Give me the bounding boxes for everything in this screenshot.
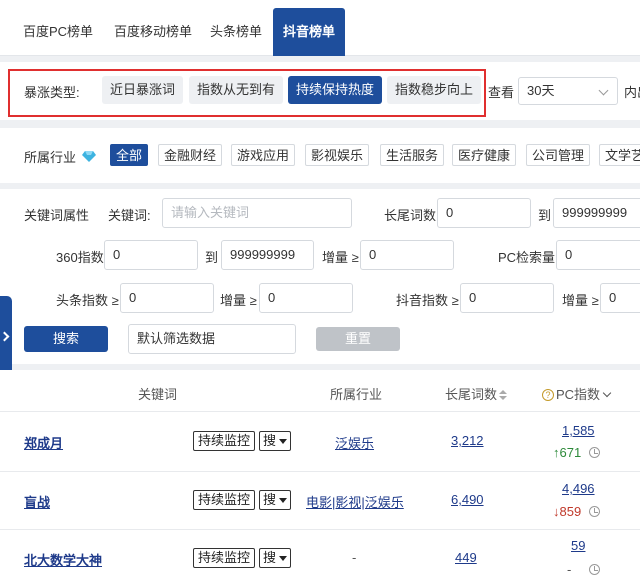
- tab-baidu-pc[interactable]: 百度PC榜单: [14, 8, 102, 56]
- industry-item-all[interactable]: 全部: [110, 144, 149, 166]
- monitor-button[interactable]: 持续监控: [193, 431, 256, 451]
- industry-item-health[interactable]: 医疗健康: [452, 144, 517, 166]
- industry-item-finance[interactable]: 金融财经: [158, 144, 223, 166]
- longtail-label: 长尾词数: [384, 208, 437, 223]
- keyword-link[interactable]: 北大数学大神: [24, 550, 102, 569]
- header-pc-index[interactable]: ? PC指数: [542, 384, 612, 403]
- sort-icon: [499, 390, 508, 401]
- toutiao-inc-label: 增量 ≥: [220, 293, 257, 308]
- industry-label: 所属行业: [24, 150, 77, 165]
- surge-option-sustained[interactable]: 持续保持热度: [288, 76, 383, 104]
- industry-item-games[interactable]: 游戏应用: [231, 144, 296, 166]
- idx360-max-input[interactable]: 999999999: [221, 240, 314, 270]
- sidebar-toggle[interactable]: [0, 296, 12, 380]
- chevron-right-icon: [0, 331, 10, 342]
- longtail-link[interactable]: 449: [455, 550, 477, 565]
- douyin-inc-input[interactable]: 0: [600, 283, 640, 313]
- pc-search-input[interactable]: 0: [556, 240, 640, 270]
- row-divider: [0, 411, 640, 412]
- douyin-index-input[interactable]: 0: [460, 283, 554, 313]
- trailing-label: 内出: [624, 85, 640, 100]
- toutiao-inc-input[interactable]: 0: [259, 283, 353, 313]
- idx360-inc-input[interactable]: 0: [360, 240, 454, 270]
- clock-icon[interactable]: [589, 506, 600, 517]
- clock-icon[interactable]: [589, 447, 600, 458]
- preset-filter-value: 默认筛选数据: [137, 331, 216, 346]
- idx360-min-input[interactable]: 0: [104, 240, 198, 270]
- douyin-inc-label: 增量 ≥: [562, 293, 599, 308]
- douyin-index-label: 抖音指数 ≥: [396, 293, 459, 308]
- industry-item-literature[interactable]: 文学艺: [599, 144, 640, 166]
- search-dropdown[interactable]: 搜: [259, 431, 292, 451]
- view-label: 查看: [488, 85, 515, 100]
- delta-none: -: [567, 562, 572, 577]
- delta-down: ↓859: [553, 504, 582, 519]
- industry-empty: -: [352, 550, 357, 565]
- idx360-label: 360指数: [56, 250, 104, 265]
- header-longtail[interactable]: 长尾词数: [445, 384, 508, 403]
- keyword-link[interactable]: 盲战: [24, 492, 50, 511]
- keyword-label: 关键词:: [108, 208, 151, 223]
- pc-index-link[interactable]: 59: [571, 538, 585, 553]
- tab-douyin[interactable]: 抖音榜单: [273, 8, 345, 56]
- chevron-down-icon: [598, 85, 609, 96]
- longtail-to-label: 到: [538, 208, 552, 223]
- industry-item-entertainment[interactable]: 影视娱乐: [305, 144, 370, 166]
- search-button[interactable]: 搜索: [24, 326, 108, 352]
- time-range-value: 30天: [527, 83, 555, 98]
- industry-item-life[interactable]: 生活服务: [380, 144, 445, 166]
- chevron-down-icon: [602, 388, 612, 398]
- tab-toutiao[interactable]: 头条榜单: [204, 8, 268, 56]
- monitor-button[interactable]: 持续监控: [193, 548, 256, 568]
- delta-up: ↑671: [553, 445, 582, 460]
- monitor-button[interactable]: 持续监控: [193, 490, 256, 510]
- industry-item-management[interactable]: 公司管理: [526, 144, 591, 166]
- longtail-link[interactable]: 3,212: [451, 433, 484, 448]
- toutiao-index-label: 头条指数 ≥: [56, 293, 119, 308]
- caret-down-icon: [279, 439, 288, 445]
- header-industry: 所属行业: [330, 387, 383, 402]
- idx360-inc-label: 增量 ≥: [322, 250, 359, 265]
- caret-down-icon: [279, 556, 288, 562]
- longtail-max-input[interactable]: 999999999: [553, 198, 640, 228]
- header-keyword: 关键词: [138, 387, 178, 402]
- clock-icon[interactable]: [589, 564, 600, 575]
- industry-row: 所属行业 全部 金融财经 游戏应用 影视娱乐 生活服务 医疗健康 公司管理 文学…: [0, 128, 640, 183]
- ranking-tabs: 百度PC榜单 百度移动榜单 头条榜单 抖音榜单: [0, 0, 640, 56]
- keyword-attr-label: 关键词属性: [24, 208, 90, 223]
- toutiao-index-input[interactable]: 0: [120, 283, 214, 313]
- keyword-input[interactable]: 请输入关键词: [162, 198, 352, 228]
- pc-index-link[interactable]: 4,496: [562, 481, 595, 496]
- search-dropdown[interactable]: 搜: [259, 548, 292, 568]
- time-range-select[interactable]: 30天: [518, 77, 618, 105]
- idx360-to-label: 到: [205, 250, 219, 265]
- tab-baidu-mobile[interactable]: 百度移动榜单: [108, 8, 198, 56]
- preset-filter-select[interactable]: 默认筛选数据: [128, 324, 296, 354]
- row-divider: [0, 471, 640, 472]
- surge-type-row: 暴涨类型: 近日暴涨词 指数从无到有 持续保持热度 指数稳步向上 查看 30天 …: [0, 62, 640, 120]
- surge-type-label: 暴涨类型:: [24, 85, 80, 100]
- search-dropdown[interactable]: 搜: [259, 490, 292, 510]
- surge-option-steady-rise[interactable]: 指数稳步向上: [387, 76, 482, 104]
- diamond-icon: [82, 151, 96, 162]
- help-icon: ?: [542, 389, 554, 401]
- filter-panel: 关键词属性 关键词: 请输入关键词 长尾词数 0 到 999999999 360…: [0, 189, 640, 364]
- row-divider: [0, 529, 640, 530]
- longtail-link[interactable]: 6,490: [451, 492, 484, 507]
- industry-link[interactable]: 电影|影视|泛娱乐: [306, 492, 404, 511]
- reset-button[interactable]: 重置: [316, 327, 400, 351]
- keyword-table: 关键词 所属行业 长尾词数 ? PC指数 郑成月 持续监控 搜 泛娱乐 3,212…: [0, 370, 640, 582]
- surge-option-from-zero[interactable]: 指数从无到有: [189, 76, 284, 104]
- pc-search-label: PC检索量: [498, 250, 556, 265]
- industry-link[interactable]: 泛娱乐: [335, 433, 374, 452]
- surge-option-recent[interactable]: 近日暴涨词: [102, 76, 184, 104]
- pc-index-link[interactable]: 1,585: [562, 423, 595, 438]
- caret-down-icon: [279, 498, 288, 504]
- keyword-link[interactable]: 郑成月: [24, 433, 63, 452]
- longtail-min-input[interactable]: 0: [437, 198, 531, 228]
